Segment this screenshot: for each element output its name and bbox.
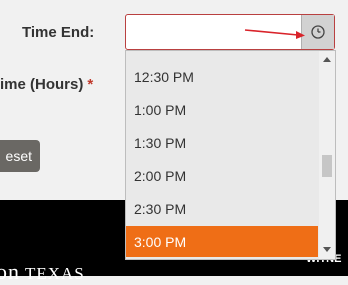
time-option[interactable]: 2:00 PM (126, 160, 318, 191)
clock-icon (311, 25, 325, 39)
required-marker: * (87, 76, 94, 93)
brand-texas: TEXAS (24, 264, 85, 283)
scrollbar-thumb[interactable] (322, 155, 332, 177)
footer-brand: on TEXAS (0, 259, 85, 285)
reset-button[interactable]: eset (0, 140, 40, 172)
time-option-selected[interactable]: 3:00 PM (126, 226, 318, 257)
total-time-label: ime (Hours) * (0, 76, 93, 93)
annotation-arrow (244, 29, 305, 39)
brand-on: on (0, 259, 20, 284)
time-option[interactable]: 2:30 PM (126, 193, 318, 224)
dropdown-scrollbar[interactable] (319, 51, 335, 259)
time-option[interactable]: 12:30 PM (126, 61, 318, 92)
total-time-label-text: ime (Hours) (0, 76, 84, 93)
scroll-down-arrow-icon[interactable] (323, 247, 331, 252)
time-end-label: Time End: (22, 24, 95, 41)
time-dropdown-list[interactable]: 12:30 PM 1:00 PM 1:30 PM 2:00 PM 2:30 PM… (125, 50, 336, 260)
time-option[interactable]: 1:30 PM (126, 127, 318, 158)
time-option[interactable]: 1:00 PM (126, 94, 318, 125)
scroll-up-arrow-icon[interactable] (323, 57, 331, 62)
